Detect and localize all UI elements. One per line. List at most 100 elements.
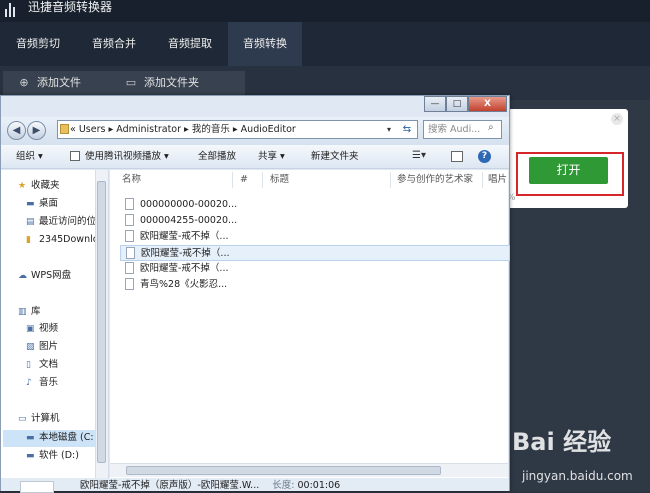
address-path: « Users ▸ Administrator ▸ 我的音乐 ▸ AudioEd… [70, 124, 296, 135]
tab-audio-merge[interactable]: 音频合并 [76, 22, 152, 66]
nav-music-label: 音乐 [39, 377, 59, 388]
address-segment-audioeditor[interactable]: AudioEditor [241, 124, 296, 135]
nav-videos[interactable]: ▣ 视频 [26, 321, 58, 337]
tab-bar: 音频剪切 音频合并 音频提取 音频转换 [0, 22, 650, 66]
column-header-title[interactable]: 标题 [270, 170, 289, 190]
chevron-down-icon[interactable]: ▾ [382, 120, 396, 139]
nav-favorites[interactable]: ★ 收藏夹 [18, 178, 60, 194]
nav-local-disk[interactable]: ▬ 本地磁盘 (C: [26, 430, 94, 446]
column-header-name[interactable]: 名称 [122, 170, 141, 190]
nav-downloads-label: 2345Downlo [39, 234, 99, 245]
address-segment-users[interactable]: Users [79, 124, 106, 135]
document-icon: ▯ [26, 360, 31, 370]
new-folder-button[interactable]: 新建文件夹 [311, 145, 359, 169]
music-icon: ♪ [26, 378, 32, 388]
open-button[interactable]: 打开 [529, 157, 608, 184]
play-icon [70, 151, 80, 161]
nav-wps-label: WPS网盘 [31, 270, 72, 281]
nav-recent-label: 最近访问的位 [39, 216, 97, 227]
nav-favorites-label: 收藏夹 [31, 180, 60, 191]
file-row[interactable]: 欧阳耀莹-戒不掉（... [120, 261, 510, 277]
nav-wps[interactable]: ☁ WPS网盘 [18, 268, 71, 284]
folder-icon [60, 124, 69, 134]
nav-desktop-label: 桌面 [39, 198, 59, 209]
panel-close-icon[interactable]: × [611, 113, 623, 125]
app-title: 迅捷音频转换器 [28, 0, 113, 14]
forward-arrow-icon[interactable]: ▶ [27, 121, 46, 140]
address-segment-administrator[interactable]: Administrator [116, 124, 181, 135]
file-row[interactable]: 000004255-00020... [120, 213, 510, 229]
file-name: 青鸟%28《火影忍... [140, 279, 228, 290]
add-file-label: 添加文件 [37, 76, 81, 89]
file-icon [125, 262, 134, 274]
window-controls: — □ X [424, 96, 507, 113]
plus-circle-icon: ⊕ [19, 76, 29, 89]
nav-pictures[interactable]: ▧ 图片 [26, 339, 58, 355]
help-icon[interactable]: ? [478, 150, 491, 163]
nav-soft-disk[interactable]: ▬ 软件 (D:) [26, 448, 79, 464]
file-row-selected[interactable]: 欧阳耀莹-戒不掉（... [120, 245, 510, 261]
details-file-name: 欧阳耀莹-戒不掉（原声版）-欧阳耀莹.W... [80, 480, 260, 491]
file-name: 欧阳耀莹-戒不掉（... [141, 248, 230, 259]
library-icon: ▥ [18, 307, 27, 317]
file-row[interactable]: 欧阳耀莹-戒不掉（... [120, 229, 510, 245]
play-all-button[interactable]: 全部播放 [198, 145, 236, 169]
nav-local-disk-label: 本地磁盘 (C: [39, 432, 94, 443]
app-logo-icon [4, 1, 18, 19]
file-icon [125, 230, 134, 242]
file-row[interactable]: 000000000-00020... [120, 197, 510, 213]
nav-computer[interactable]: ▭ 计算机 [18, 411, 60, 427]
nav-soft-disk-label: 软件 (D:) [39, 450, 79, 461]
drive-icon: ▬ [26, 451, 35, 461]
refresh-icon[interactable]: ⇆ [398, 120, 416, 139]
horizontal-scrollbar-thumb[interactable] [126, 466, 441, 475]
address-segment-music[interactable]: 我的音乐 [192, 124, 230, 135]
column-separator [262, 172, 263, 188]
close-button[interactable]: X [468, 96, 507, 112]
nav-desktop[interactable]: ▬ 桌面 [26, 196, 58, 212]
watermark-logo-text: Bai 经验 [512, 428, 611, 456]
play-with-tencent-menu[interactable]: 使用腾讯视频播放 ▾ [85, 145, 169, 169]
details-text: 欧阳耀莹-戒不掉（原声版）-欧阳耀莹.W... 长度: 00:01:06 [80, 479, 340, 492]
share-menu[interactable]: 共享 ▾ [258, 145, 285, 169]
column-header-artist[interactable]: 参与创作的艺术家 [397, 170, 473, 190]
column-separator [482, 172, 483, 188]
picture-icon: ▧ [26, 342, 35, 352]
file-name: 欧阳耀莹-戒不掉（... [140, 263, 229, 274]
file-name: 000000000-00020... [140, 199, 238, 210]
nav-docs-label: 文档 [39, 359, 59, 370]
desktop-icon: ▬ [26, 199, 35, 209]
nav-downloads[interactable]: ▮ 2345Downlo [26, 232, 99, 248]
back-arrow-icon[interactable]: ◀ [7, 121, 26, 140]
file-name: 欧阳耀莹-戒不掉（... [140, 231, 229, 242]
tab-audio-extract[interactable]: 音频提取 [152, 22, 228, 66]
maximize-button[interactable]: □ [446, 96, 468, 112]
baidu-jingyan-watermark: Bai 经验 jingyan.baidu.com [512, 428, 633, 483]
nav-scrollbar-thumb[interactable] [97, 181, 106, 463]
nav-recent[interactable]: ▤ 最近访问的位 [26, 214, 96, 230]
view-options-icon[interactable]: ☰▾ [412, 150, 426, 163]
file-thumbnail-icon [20, 481, 54, 493]
file-icon [126, 247, 135, 259]
nav-library[interactable]: ▥ 库 [18, 304, 41, 320]
file-icon [125, 278, 134, 290]
column-header-album[interactable]: 唱片 [488, 170, 507, 190]
nav-library-label: 库 [31, 306, 41, 317]
preview-pane-icon[interactable] [451, 151, 463, 162]
column-header-number[interactable]: # [240, 170, 248, 190]
file-row[interactable]: 青鸟%28《火影忍... [120, 277, 510, 293]
tab-audio-convert[interactable]: 音频转换 [228, 22, 302, 66]
minimize-button[interactable]: — [424, 96, 446, 112]
search-icon: ⌕ [488, 122, 494, 133]
column-separator [390, 172, 391, 188]
nav-computer-label: 计算机 [31, 413, 60, 424]
folder-icon: ▭ [125, 76, 137, 89]
add-folder-button[interactable]: ▭ 添加文件夹 [110, 71, 245, 95]
organize-menu[interactable]: 组织 ▾ [16, 145, 43, 169]
nav-music[interactable]: ♪ 音乐 [26, 375, 58, 391]
cloud-icon: ☁ [18, 271, 27, 281]
add-folder-label: 添加文件夹 [144, 76, 199, 89]
tab-audio-cut[interactable]: 音频剪切 [0, 22, 76, 66]
nav-docs[interactable]: ▯ 文档 [26, 357, 58, 373]
address-prefix[interactable]: « [70, 124, 76, 135]
